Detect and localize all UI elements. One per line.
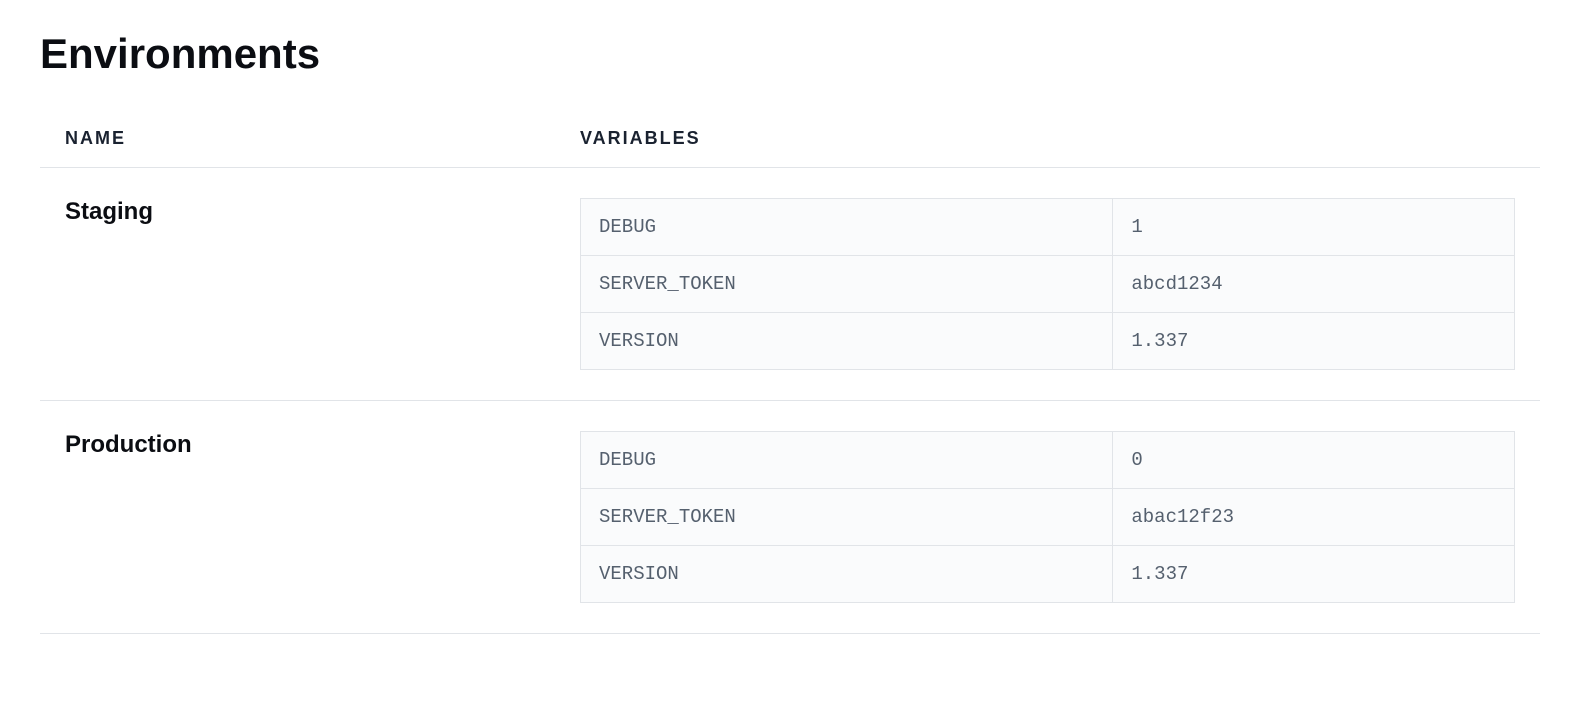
table-header-row: NAME VARIABLES	[40, 120, 1540, 168]
variable-key: VERSION	[581, 546, 1113, 603]
variable-key: VERSION	[581, 313, 1113, 370]
variable-value: 1	[1113, 199, 1515, 256]
variable-row: SERVER_TOKEN abcd1234	[581, 256, 1515, 313]
environments-table: NAME VARIABLES Staging DEBUG 1 SERVER_TO…	[40, 120, 1540, 634]
column-header-variables: VARIABLES	[580, 120, 1540, 168]
variable-value: 1.337	[1113, 546, 1515, 603]
environment-name: Production	[40, 401, 580, 634]
variable-key: SERVER_TOKEN	[581, 489, 1113, 546]
variables-cell: DEBUG 1 SERVER_TOKEN abcd1234 VERSION 1.…	[580, 168, 1540, 401]
variable-key: DEBUG	[581, 199, 1113, 256]
variables-cell: DEBUG 0 SERVER_TOKEN abac12f23 VERSION 1…	[580, 401, 1540, 634]
environment-name: Staging	[40, 168, 580, 401]
environment-row: Staging DEBUG 1 SERVER_TOKEN abcd1234 VE…	[40, 168, 1540, 401]
variable-value: 0	[1113, 432, 1515, 489]
variable-value: abac12f23	[1113, 489, 1515, 546]
column-header-name: NAME	[40, 120, 580, 168]
environment-row: Production DEBUG 0 SERVER_TOKEN abac12f2…	[40, 401, 1540, 634]
variables-table: DEBUG 0 SERVER_TOKEN abac12f23 VERSION 1…	[580, 431, 1515, 603]
variable-key: SERVER_TOKEN	[581, 256, 1113, 313]
page-title: Environments	[40, 30, 1540, 78]
variable-row: VERSION 1.337	[581, 313, 1515, 370]
variable-value: 1.337	[1113, 313, 1515, 370]
variable-key: DEBUG	[581, 432, 1113, 489]
variable-row: SERVER_TOKEN abac12f23	[581, 489, 1515, 546]
variable-row: VERSION 1.337	[581, 546, 1515, 603]
variable-value: abcd1234	[1113, 256, 1515, 313]
variables-table: DEBUG 1 SERVER_TOKEN abcd1234 VERSION 1.…	[580, 198, 1515, 370]
variable-row: DEBUG 0	[581, 432, 1515, 489]
variable-row: DEBUG 1	[581, 199, 1515, 256]
